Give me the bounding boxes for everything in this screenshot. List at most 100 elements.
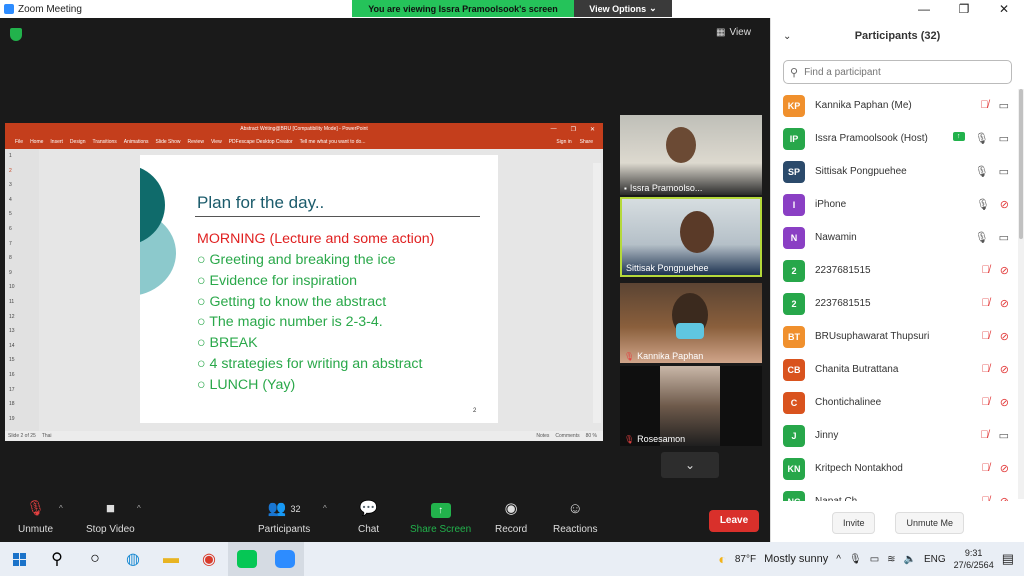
participant-status: 🎙̸ ⊘ — [982, 363, 1009, 376]
shared-screen[interactable]: Abstract Writing@BRU [Compatibility Mode… — [5, 123, 603, 441]
battery-icon[interactable]: ▭ — [870, 554, 879, 565]
video-off-icon: ⊘ — [999, 463, 1009, 475]
wifi-icon[interactable]: ≋ — [887, 554, 895, 565]
unmute-button[interactable]: 🎙 Unmute — [18, 498, 53, 535]
thumb-number: 11 — [9, 298, 15, 305]
clock[interactable]: 9:31 27/6/2564 — [954, 547, 994, 571]
view-button-label: View — [729, 27, 751, 38]
restore-icon[interactable]: ❐ — [944, 0, 984, 18]
participant-row[interactable]: C Chontichalinee 🎙̸ ⊘ — [771, 386, 1017, 419]
scrollbar-thumb[interactable] — [1019, 89, 1023, 239]
system-tray: ◐ 87°F Mostly sunny ^ 🎙 ▭ ≋ 🔈 ENG 9:31 2… — [718, 542, 1024, 576]
start-button[interactable] — [0, 542, 38, 576]
unmute-me-button[interactable]: Unmute Me — [895, 512, 965, 534]
ppt-account: Sign in Share — [556, 139, 593, 145]
participant-status: 🎙 ▭ — [975, 231, 1009, 244]
view-options-button[interactable]: View Options ⌄ — [574, 0, 672, 17]
line-app-icon[interactable] — [228, 542, 266, 576]
video-options-caret-icon[interactable]: ^ — [137, 504, 141, 513]
record-button[interactable]: ◉ Record — [495, 498, 527, 535]
language-indicator[interactable]: ENG — [924, 554, 946, 565]
video-camera-icon: ▭ — [998, 100, 1009, 112]
security-shield-icon[interactable] — [10, 28, 22, 41]
viewing-banner: You are viewing Issra Pramoolsook's scre… — [352, 0, 574, 17]
ppt-language: Thai — [41, 433, 52, 439]
video-camera-icon: ▭ — [998, 166, 1009, 178]
participant-row[interactable]: BT BRUsuphawarat Thupsuri 🎙̸ ⊘ — [771, 320, 1017, 353]
mic-icon: 🎙 — [974, 166, 989, 178]
task-view-icon[interactable]: ○ — [76, 542, 114, 576]
reactions-button[interactable]: ☺ Reactions — [553, 498, 597, 535]
participant-row[interactable]: 2 2237681515 🎙̸ ⊘ — [771, 254, 1017, 287]
close-icon[interactable]: ✕ — [984, 0, 1024, 18]
search-icon[interactable]: ⚲ — [38, 542, 76, 576]
tray-mic-icon[interactable]: 🎙 — [849, 554, 862, 565]
leave-button[interactable]: Leave — [709, 510, 759, 532]
panel-scrollbar[interactable] — [1018, 89, 1024, 499]
participant-name: Nawamin — [815, 232, 857, 243]
panel-title: Participants (32) — [854, 30, 941, 42]
participant-row[interactable]: CB Chanita Butrattana 🎙̸ ⊘ — [771, 353, 1017, 386]
participants-options-caret-icon[interactable]: ^ — [323, 504, 327, 513]
video-tile[interactable]: 🎙 Rosesamon — [620, 366, 762, 446]
participant-row[interactable]: KN Kritpech Nontakhod 🎙̸ ⊘ — [771, 452, 1017, 485]
avatar: BT — [783, 325, 805, 348]
agenda-item: ○ Evidence for inspiration — [197, 272, 357, 289]
weather-icon[interactable]: ◐ — [718, 551, 726, 567]
video-tile[interactable]: ▪ Issra Pramoolso... — [620, 115, 762, 195]
speaker-icon[interactable]: 🔈 — [904, 554, 916, 565]
ppt-menu-item: File — [15, 139, 24, 145]
ppt-restore-icon: ❐ — [570, 127, 576, 133]
participant-status: 🎙̸ ⊘ — [982, 396, 1009, 409]
minimize-icon[interactable]: — — [904, 0, 944, 18]
participants-button[interactable]: 👥 32 Participants — [258, 498, 310, 535]
video-off-icon: ⊘ — [999, 199, 1009, 211]
participant-row[interactable]: N Nawamin 🎙 ▭ — [771, 221, 1017, 254]
participants-label: Participants — [258, 524, 311, 535]
video-tile[interactable]: 🎙 Kannika Paphan — [620, 283, 762, 363]
participant-row[interactable]: SP Sittisak Pongpuehee 🎙 ▭ — [771, 155, 1017, 188]
participant-row[interactable]: 2 2237681515 🎙̸ ⊘ — [771, 287, 1017, 320]
participant-status: 🎙̸ ⊘ — [982, 495, 1009, 501]
notifications-icon[interactable]: ▤ — [1002, 551, 1014, 567]
edge-icon[interactable]: ◍ — [114, 542, 152, 576]
weather-desc[interactable]: Mostly sunny — [764, 553, 828, 565]
video-off-icon: ⊘ — [999, 397, 1009, 409]
chat-button[interactable]: 💬 Chat — [358, 498, 379, 535]
weather-temp[interactable]: 87°F — [735, 554, 756, 565]
participant-search[interactable]: ⚲ — [783, 60, 1012, 84]
avatar: NC — [783, 490, 805, 501]
file-explorer-icon[interactable]: ▬ — [152, 542, 190, 576]
tray-chevron-icon[interactable]: ^ — [836, 554, 841, 565]
participant-row[interactable]: IP Issra Pramoolsook (Host) ↑ 🎙 ▭ — [771, 122, 1017, 155]
view-button[interactable]: ▦ View — [716, 27, 751, 38]
chrome-icon[interactable]: ◉ — [190, 542, 228, 576]
window-title: Zoom Meeting — [18, 3, 82, 15]
participant-row[interactable]: IiPhone 🎙 ⊘ — [771, 188, 1017, 221]
video-tile-active-speaker[interactable]: Sittisak Pongpuehee — [620, 197, 762, 277]
participant-face — [666, 127, 696, 163]
participant-row[interactable]: KP Kannika Paphan (Me) 🎙̸ ▭ — [771, 89, 1017, 122]
thumb-number: 7 — [9, 240, 12, 247]
windows-taskbar: ⚲ ○ ◍ ▬ ◉ ◐ 87°F Mostly sunny ^ 🎙 ▭ ≋ 🔈 … — [0, 542, 1024, 576]
scroll-videos-down-button[interactable]: ⌄ — [661, 452, 719, 478]
ppt-scrollbar — [593, 163, 601, 423]
video-camera-icon: ▭ — [998, 232, 1009, 244]
participant-status: 🎙̸ ▭ — [980, 99, 1009, 112]
participant-row[interactable]: J Jinny 🎙̸ ▭ — [771, 419, 1017, 452]
mic-muted-icon: 🎙̸ — [980, 429, 989, 441]
collapse-chevron-icon[interactable]: ⌄ — [783, 31, 791, 42]
clock-date: 27/6/2564 — [953, 560, 994, 570]
zoom-app-icon[interactable] — [266, 542, 304, 576]
video-name: Sittisak Pongpuehee — [626, 263, 709, 273]
ppt-menu-item: Review — [187, 139, 204, 145]
stop-video-button[interactable]: ■ Stop Video — [86, 498, 135, 535]
participant-row[interactable]: NC Napat Ch... 🎙̸ ⊘ — [771, 485, 1017, 501]
audio-options-caret-icon[interactable]: ^ — [59, 504, 63, 513]
share-screen-button[interactable]: ↑ Share Screen — [410, 498, 471, 535]
mic-icon: 🎙 — [975, 199, 990, 211]
thumb-number: 10 — [9, 284, 15, 291]
invite-button[interactable]: Invite — [831, 512, 876, 534]
participant-search-input[interactable] — [804, 66, 995, 78]
thumb-number: 14 — [9, 342, 15, 349]
